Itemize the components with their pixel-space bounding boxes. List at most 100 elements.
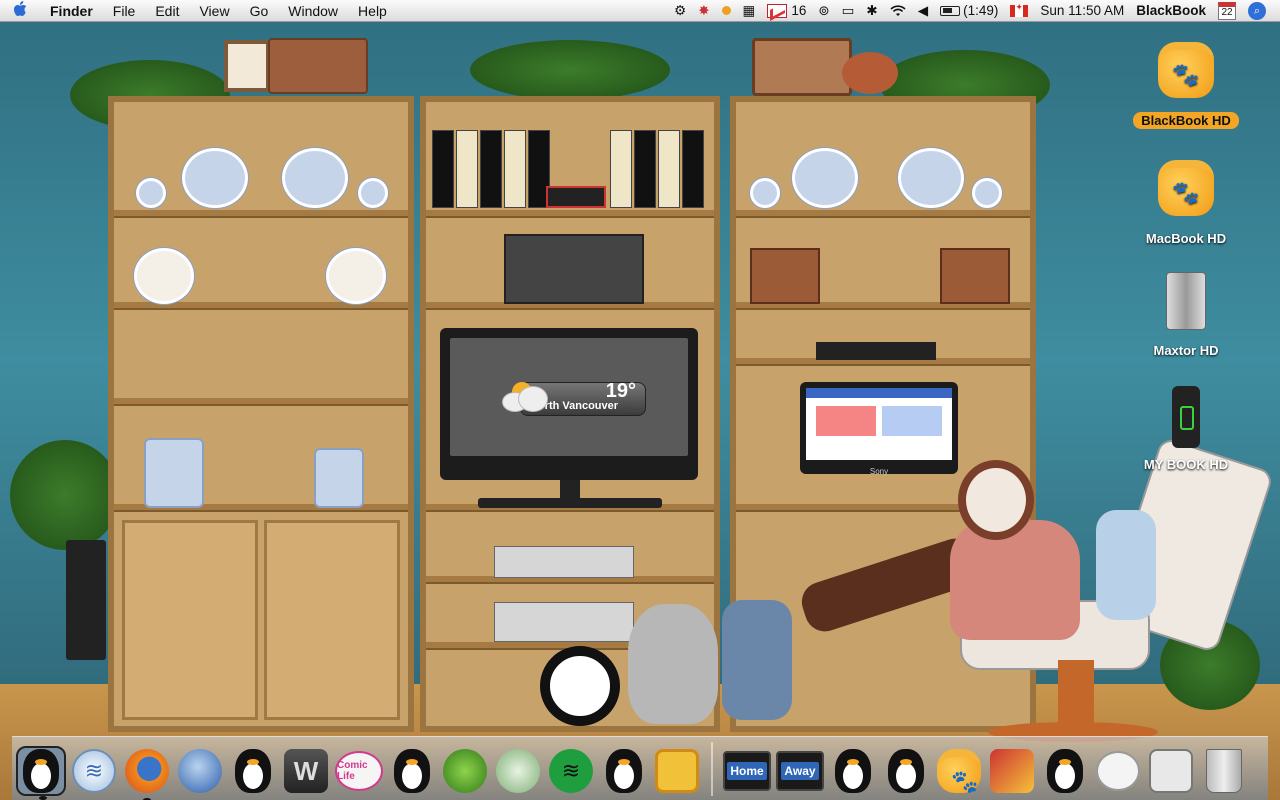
user-menu[interactable]: BlackBook xyxy=(1130,0,1212,22)
recliner-base xyxy=(1058,660,1094,730)
dock-spotify[interactable]: ≋ xyxy=(546,746,596,796)
dock-penguin-camera[interactable] xyxy=(387,746,437,796)
menu-edit[interactable]: Edit xyxy=(145,0,189,22)
menu-finder[interactable]: Finder xyxy=(40,0,103,22)
running-indicator xyxy=(39,796,47,800)
chat-icon xyxy=(496,749,540,793)
person-body xyxy=(950,520,1080,640)
dock-home-location[interactable]: Home xyxy=(722,746,772,796)
away-screen-icon: Away xyxy=(776,751,824,791)
dock-pencil-box[interactable] xyxy=(987,746,1037,796)
dock-adium[interactable] xyxy=(493,746,543,796)
mail-count: 16 xyxy=(791,3,807,18)
penguin-folder-icon xyxy=(835,749,871,793)
menu-file[interactable]: File xyxy=(103,0,146,22)
vcr xyxy=(494,602,634,642)
dock-honey-jar[interactable] xyxy=(934,746,984,796)
penguin-icon xyxy=(23,749,59,793)
penguin-spring-icon xyxy=(1047,749,1083,793)
desktop-icon-label: MY BOOK HD xyxy=(1143,457,1229,472)
gear-icon[interactable]: ⚙ xyxy=(668,0,692,22)
comic-life-icon: Comic Life xyxy=(335,751,383,791)
menu-help[interactable]: Help xyxy=(348,0,397,22)
wifi-sync-icon[interactable]: ⊚ xyxy=(812,0,835,22)
gmail-notifier[interactable]: 16 xyxy=(761,0,812,22)
w-letter-icon: W xyxy=(284,749,328,793)
desktop-icon-maxtor-hd[interactable]: Maxtor HD xyxy=(1126,272,1246,359)
wooden-frames xyxy=(940,248,1010,304)
dock-separator xyxy=(711,742,713,796)
menu-view[interactable]: View xyxy=(189,0,239,22)
dock-trash[interactable] xyxy=(1199,746,1249,796)
menu-clock[interactable]: Sun 11:50 AM xyxy=(1034,0,1130,22)
picture-frame xyxy=(224,40,270,92)
dock-away-location[interactable]: Away xyxy=(775,746,825,796)
dock-penguin-disk[interactable] xyxy=(1146,746,1196,796)
honey-jar-icon xyxy=(1158,42,1214,98)
bluetooth-icon[interactable]: ✱ xyxy=(860,0,883,22)
dock-airport[interactable]: ≋ xyxy=(69,746,119,796)
display-icon[interactable]: ▭ xyxy=(836,0,861,22)
calendar-icon[interactable]: 22 xyxy=(1212,0,1242,22)
penguin-icon xyxy=(235,749,271,793)
wifi-icon: ≋ xyxy=(72,749,116,793)
tv-base xyxy=(478,498,662,508)
apple-menu-icon[interactable] xyxy=(0,0,40,21)
dock-penguin-app-1[interactable] xyxy=(228,746,278,796)
cable-box xyxy=(816,342,936,360)
gmail-icon xyxy=(767,3,788,18)
growl-icon[interactable]: ✸ xyxy=(692,0,715,22)
desktop-icon-macbook-hd[interactable]: MacBook HD xyxy=(1126,154,1246,247)
dock-penguin-folder-2[interactable] xyxy=(881,746,931,796)
dock-comic-life[interactable]: Comic Life xyxy=(334,746,384,796)
cabinet-left xyxy=(108,96,414,732)
trash-icon xyxy=(1206,749,1242,793)
battery-status[interactable]: (1:49) xyxy=(934,0,1004,22)
weather-widget[interactable]: 19° North Vancouver xyxy=(500,378,650,418)
dock-writing-app[interactable]: W xyxy=(281,746,331,796)
firefox-icon xyxy=(125,749,169,793)
overalls-kid xyxy=(722,600,792,720)
dock-chain-app[interactable] xyxy=(652,746,702,796)
speaker xyxy=(66,540,106,660)
television: 19° North Vancouver xyxy=(440,328,698,480)
dock: ≋ W Comic Life ≋ Home Away xyxy=(12,736,1268,800)
stereo xyxy=(504,234,644,304)
keyboard-icon[interactable]: ▦ xyxy=(737,0,762,22)
monitor-brand: Sony xyxy=(869,467,889,476)
dock-firefox[interactable] xyxy=(122,746,172,800)
dock-penguin-folder-1[interactable] xyxy=(828,746,878,796)
status-dot-icon[interactable] xyxy=(716,0,737,22)
desktop-icon-blackbook-hd[interactable]: BlackBook HD xyxy=(1126,36,1246,129)
dock-penguin-spring[interactable] xyxy=(1040,746,1090,796)
grey-teddy-bear xyxy=(628,604,718,724)
dock-finder-penguin[interactable] xyxy=(16,746,66,800)
computer-monitor: Sony xyxy=(800,382,958,476)
spotlight-icon[interactable]: ⌕ xyxy=(1242,0,1272,22)
monitor-screen xyxy=(806,388,952,460)
dock-penguin-pen[interactable] xyxy=(599,746,649,796)
menu-go[interactable]: Go xyxy=(240,0,279,22)
tv-stand xyxy=(560,480,580,500)
pencil-box-icon xyxy=(990,749,1034,793)
menu-window[interactable]: Window xyxy=(278,0,348,22)
battery-icon xyxy=(940,5,961,16)
doll-bear xyxy=(1096,510,1156,620)
dock-penguin-green[interactable] xyxy=(440,746,490,796)
plant-top-center xyxy=(470,40,670,100)
desktop-icon-label: Maxtor HD xyxy=(1153,343,1219,358)
battery-time: (1:49) xyxy=(963,3,999,18)
desktop-icon-label: MacBook HD xyxy=(1145,231,1227,246)
wifi-icon[interactable] xyxy=(884,0,912,22)
honey-jar-icon xyxy=(937,749,981,795)
jar xyxy=(314,448,364,508)
menu-bar: Finder File Edit View Go Window Help ⚙ ✸… xyxy=(0,0,1280,22)
volume-icon[interactable]: ◀ xyxy=(912,0,934,22)
desktop-icon-my-book-hd[interactable]: MY BOOK HD xyxy=(1126,386,1246,473)
dock-toad[interactable] xyxy=(1093,746,1143,796)
flag-icon[interactable] xyxy=(1004,0,1034,22)
thunderbird-icon xyxy=(178,749,222,793)
dock-thunderbird[interactable] xyxy=(175,746,225,796)
round-basket xyxy=(842,52,898,94)
penguin-pen-icon xyxy=(606,749,642,793)
